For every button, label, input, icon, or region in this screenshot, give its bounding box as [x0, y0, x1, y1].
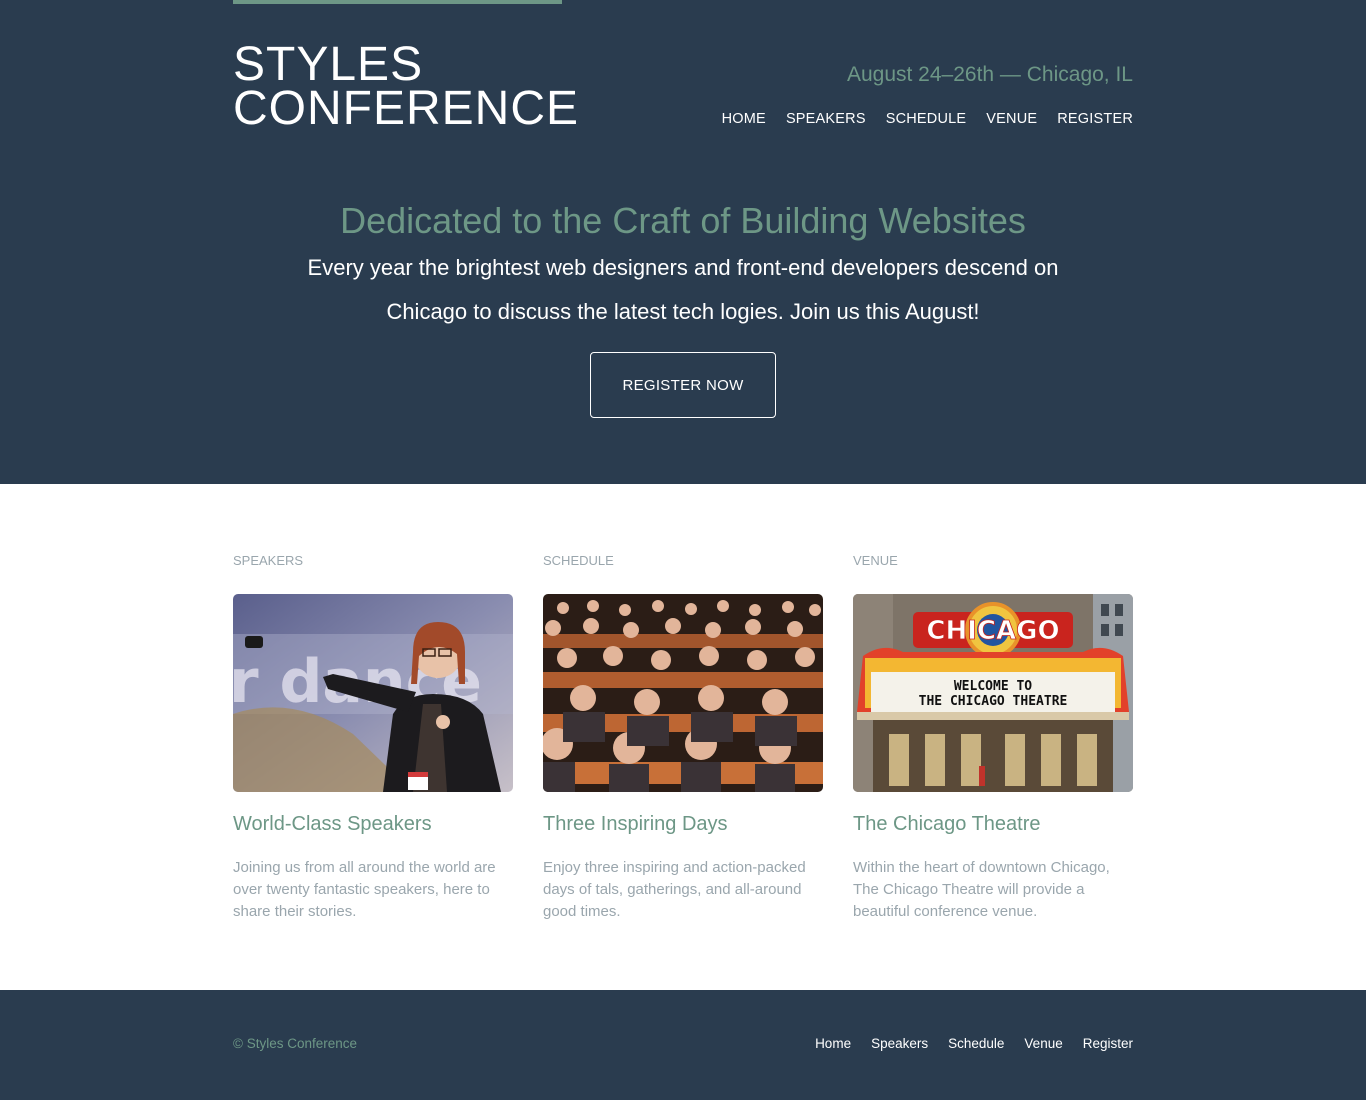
footer-nav-register[interactable]: Register — [1083, 1036, 1133, 1051]
footer-nav-speakers[interactable]: Speakers — [871, 1036, 928, 1051]
logo-line-2: CONFERENCE — [233, 82, 580, 135]
audience-photo — [543, 594, 823, 792]
theatre-photo: CHICAGO WELCOME TO THE CHICAGO THEATRE — [853, 594, 1133, 792]
nav-speakers[interactable]: SPEAKERS — [786, 111, 866, 127]
logo-line-1: STYLES — [233, 38, 424, 91]
nav-home[interactable]: HOME — [722, 111, 766, 127]
footer-nav-schedule[interactable]: Schedule — [948, 1036, 1004, 1051]
teaser-label: SCHEDULE — [543, 553, 614, 568]
teaser-title[interactable]: The Chicago Theatre — [853, 813, 1041, 836]
teaser-text: Joining us from all around the world are… — [233, 859, 496, 920]
nav-register[interactable]: REGISTER — [1057, 111, 1133, 127]
site-header: STYLES CONFERENCE August 24–26th — Chica… — [0, 0, 1366, 484]
marquee-line-2: THE CHICAGO THEATRE — [919, 694, 1068, 709]
hero-text: Every year the brightest web designers a… — [307, 255, 1059, 324]
teaser-label: VENUE — [853, 553, 898, 568]
site-footer: © Styles Conference Home Speakers Schedu… — [0, 990, 1366, 1100]
marquee-line-1: WELCOME TO — [954, 679, 1032, 694]
logo-accent-bar — [233, 0, 562, 4]
site-logo[interactable]: STYLES CONFERENCE — [233, 38, 580, 135]
speaker-photo: r dance — [233, 594, 513, 792]
footer-nav-home[interactable]: Home — [815, 1036, 851, 1051]
teaser-label: SPEAKERS — [233, 553, 304, 568]
teasers-section: SPEAKERS r dance World-Class Speakers Jo… — [0, 484, 1366, 990]
nav-schedule[interactable]: SCHEDULE — [886, 111, 967, 127]
footer-nav-venue[interactable]: Venue — [1024, 1036, 1062, 1051]
nav-venue[interactable]: VENUE — [986, 111, 1037, 127]
teaser-text: Enjoy three inspiring and action-packed … — [543, 859, 806, 920]
hero-title: Dedicated to the Craft of Building Websi… — [340, 200, 1026, 241]
teaser-title[interactable]: World-Class Speakers — [233, 813, 432, 836]
primary-nav: HOME SPEAKERS SCHEDULE VENUE REGISTER — [722, 111, 1133, 127]
register-now-button[interactable]: REGISTER NOW — [590, 352, 776, 418]
footer-nav: Home Speakers Schedule Venue Register — [815, 1036, 1133, 1051]
teaser-title[interactable]: Three Inspiring Days — [543, 813, 728, 836]
sign-text: CHICAGO — [926, 616, 1059, 646]
copyright: © Styles Conference — [233, 1036, 358, 1051]
event-tagline: August 24–26th — Chicago, IL — [846, 63, 1133, 86]
teaser-text: Within the heart of downtown Chicago, Th… — [853, 859, 1110, 920]
